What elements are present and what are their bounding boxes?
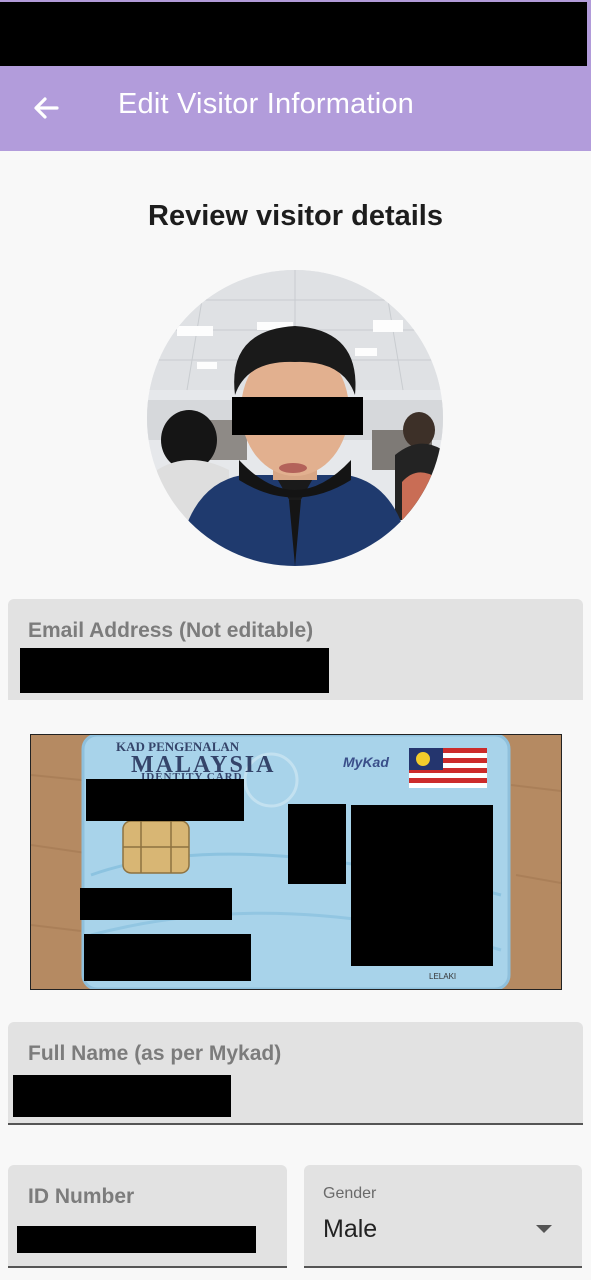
redaction-block — [84, 934, 251, 981]
arrow-left-icon — [34, 97, 59, 119]
svg-text:LELAKI: LELAKI — [429, 972, 456, 981]
redaction-block — [0, 2, 587, 66]
redaction-block — [20, 648, 329, 693]
section-heading: Review visitor details — [148, 200, 443, 232]
full-name-label: Full Name (as per Mykad) — [28, 1042, 282, 1065]
gender-value: Male — [323, 1215, 378, 1243]
redaction-block — [13, 1075, 231, 1117]
field-underline — [304, 1266, 582, 1268]
app-bar: Edit Visitor Information — [0, 66, 591, 151]
redaction-block — [288, 804, 346, 884]
page-title: Edit Visitor Information — [118, 88, 415, 120]
redaction-block — [17, 1226, 256, 1253]
email-label: Email Address (Not editable) — [28, 619, 314, 642]
gender-label: Gender — [323, 1185, 377, 1202]
redaction-block — [80, 888, 232, 920]
redaction-block — [232, 397, 363, 435]
field-underline — [8, 1266, 287, 1268]
field-underline — [8, 1123, 583, 1125]
back-button[interactable] — [22, 84, 70, 132]
svg-text:MyKad: MyKad — [343, 754, 389, 770]
caret-down-icon[interactable] — [536, 1225, 552, 1233]
id-number-label: ID Number — [28, 1185, 135, 1208]
gender-select[interactable]: Gender Male — [304, 1165, 582, 1268]
redaction-block — [351, 805, 493, 966]
redaction-block — [86, 779, 244, 821]
status-bar — [0, 0, 591, 66]
